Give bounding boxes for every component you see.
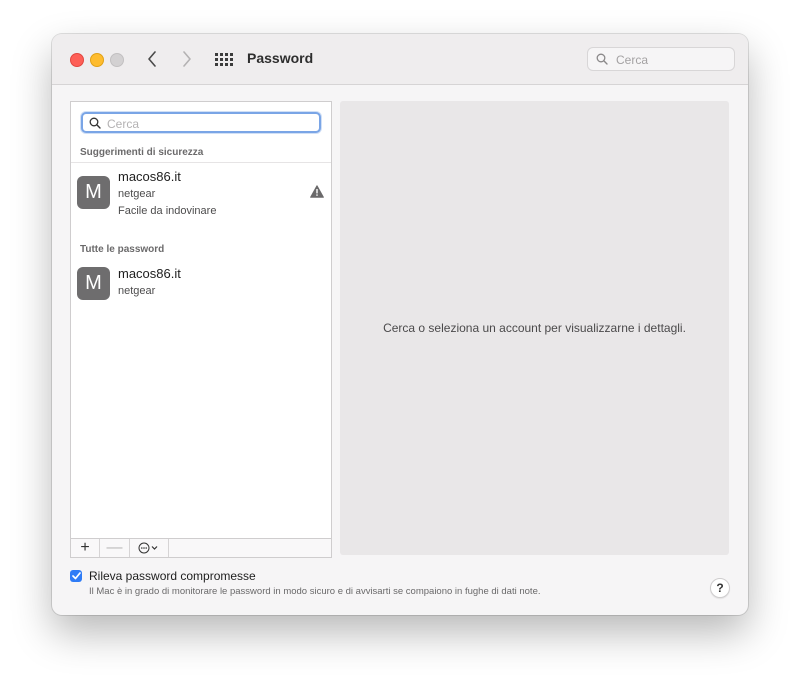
checkmark-icon <box>71 572 81 580</box>
sidebar-search-input[interactable] <box>105 115 309 132</box>
item-username: netgear <box>118 285 156 297</box>
avatar: M <box>77 267 110 300</box>
item-warning-text: Facile da indovinare <box>118 205 217 217</box>
detect-compromised-checkbox[interactable] <box>70 570 82 582</box>
search-icon <box>89 117 101 129</box>
checkbox-description: Il Mac è in grado di monitorare le passw… <box>89 586 541 597</box>
back-button[interactable] <box>142 49 162 69</box>
section-header-all: Tutte le password <box>80 244 165 255</box>
password-list-panel: Suggerimenti di sicurezza M macos86.it n… <box>70 101 332 558</box>
list-item[interactable]: M macos86.it netgear <box>71 264 331 304</box>
section-divider <box>71 162 331 163</box>
title-bar: Password <box>52 34 748 85</box>
empty-state-message: Cerca o seleziona un account per visuali… <box>383 321 686 335</box>
warning-triangle-icon <box>310 185 324 198</box>
list-item[interactable]: M macos86.it netgear Facile da indovinar… <box>71 167 331 221</box>
item-username: netgear <box>118 188 156 200</box>
window-title: Password <box>247 50 314 66</box>
ellipsis-circle-icon <box>138 542 158 554</box>
detail-panel: Cerca o seleziona un account per visuali… <box>340 101 729 555</box>
minimize-button[interactable] <box>90 53 104 67</box>
more-options-button[interactable] <box>130 539 169 557</box>
close-button[interactable] <box>70 53 84 67</box>
item-title: macos86.it <box>118 169 181 184</box>
section-header-security: Suggerimenti di sicurezza <box>80 147 204 158</box>
toolbar-search-field[interactable] <box>587 47 735 71</box>
show-all-button[interactable] <box>212 49 236 69</box>
sidebar-search-field[interactable] <box>81 112 321 133</box>
chevron-right-icon <box>183 51 191 67</box>
help-button[interactable]: ? <box>710 578 730 598</box>
chevron-left-icon <box>148 51 156 67</box>
zoom-button[interactable] <box>110 53 124 67</box>
search-icon <box>596 53 608 65</box>
forward-button[interactable] <box>177 49 197 69</box>
avatar: M <box>77 176 110 209</box>
remove-button[interactable]: — <box>100 539 130 557</box>
list-toolbar: + — <box>71 538 331 557</box>
checkbox-label[interactable]: Rileva password compromesse <box>89 569 256 583</box>
grid-icon <box>215 52 233 66</box>
item-title: macos86.it <box>118 266 181 281</box>
system-preferences-window: Password Suggerimenti di sicurezza M mac… <box>52 34 748 615</box>
add-button[interactable]: + <box>71 539 100 557</box>
toolbar-search-input[interactable] <box>614 51 730 69</box>
